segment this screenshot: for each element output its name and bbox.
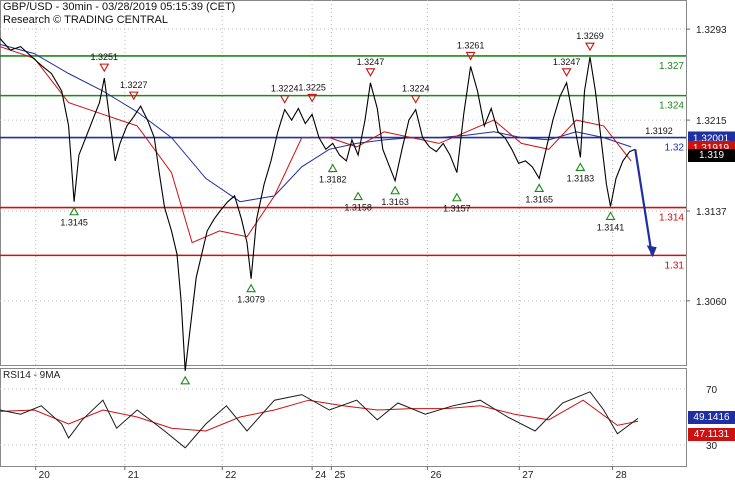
rsi-panel-label: RSI14 - 9MA [3,370,61,381]
rsi-ma-line [0,399,639,432]
swing-low-marker [575,162,586,171]
swing-high-label: 1.3269 [576,31,604,41]
swing-low-label: 1.3141 [597,222,625,232]
swing-low-label: 1.3158 [344,203,372,213]
swing-low-label: 1.3157 [443,204,471,214]
swing-low-label: 1.3079 [237,295,265,305]
level-label: 1.324 [659,101,684,112]
swing-low-label: 1.3183 [567,173,595,183]
price-note-label: 1.3192 [645,126,673,136]
rsi-ma-value-badge: 47.1131 [688,428,735,442]
time-tick-label: 21 [128,470,140,480]
level-label: 1.327 [659,61,684,72]
swing-high-marker [561,68,572,77]
rsi-tick-label: 70 [706,385,718,396]
rsi-tick-label: 30 [706,441,718,452]
swing-low-marker [180,375,191,385]
time-tick-label: 27 [522,470,534,480]
swing-high-label: 1.3224 [402,84,430,94]
swing-high-label: 1.3225 [298,82,326,92]
swing-low-label: 1.3163 [381,197,409,207]
swing-high-label: 1.3247 [357,57,385,67]
level-label: 1.31 [665,260,685,271]
price-tick-label: 1.3293 [696,25,727,36]
ma-slow-line [0,43,632,203]
swing-high-marker [410,95,421,104]
rsi-line [0,391,639,449]
price-tick-label: 1.3215 [696,116,727,127]
swing-low-label: 1.3165 [525,194,553,204]
time-tick-label: 26 [430,470,442,480]
swing-high-label: 1.3227 [120,80,148,90]
swing-low-marker [390,185,401,195]
time-tick-label: 24 [315,470,327,480]
rsi-panel-frame [0,368,687,467]
swing-low-marker [327,163,338,173]
swing-high-marker [365,68,376,77]
swing-high-marker [99,63,110,73]
swing-high-marker [279,95,290,104]
swing-high-label: 1.3247 [553,57,581,67]
ma-fast-line [0,46,632,244]
swing-low-marker [605,211,616,220]
swing-high-marker [585,42,595,52]
swing-low-marker [246,283,257,293]
level-label: 1.314 [659,213,684,224]
level-label: 1.32 [665,143,685,154]
swing-low-marker [451,192,462,202]
rsi-value-badge: 49.1416 [688,411,735,425]
swing-low-marker [534,183,545,192]
price-tick-label: 1.3137 [696,207,727,218]
price-chart[interactable]: 1.3293 1.3215 1.3137 1.3060 20 21 22 24 25 26 27 28… [0,0,735,480]
current-price-badge: 1.319 [688,149,735,163]
forecast-arrow-line [634,149,653,255]
time-tick-label: 20 [39,470,51,480]
swing-low-marker [353,191,364,201]
swing-high-label: 1.3224 [271,84,299,94]
swing-low-label: 1.3182 [319,175,347,185]
time-tick-label: 22 [225,470,237,480]
swing-high-label: 1.3261 [457,40,485,50]
time-tick-label: 28 [616,470,628,480]
price-tick-label: 1.3060 [696,297,727,308]
time-tick-label: 25 [334,470,346,480]
swing-high-label: 1.3251 [91,52,119,62]
swing-low-label: 1.3145 [60,218,88,228]
